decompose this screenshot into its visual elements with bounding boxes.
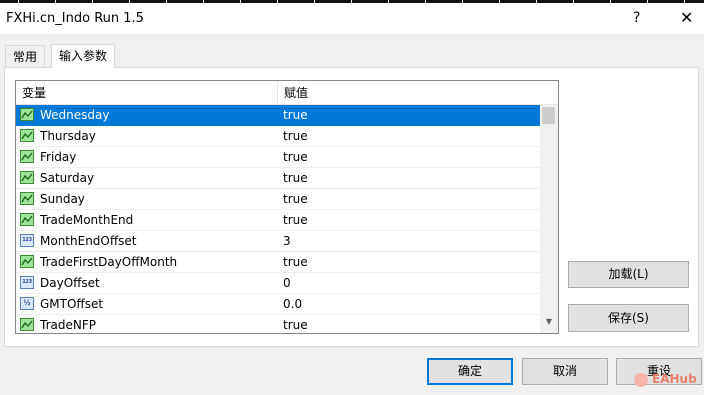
bool-param-icon	[20, 255, 34, 268]
close-button[interactable]: ✕	[680, 8, 693, 27]
param-value[interactable]: true	[283, 147, 308, 168]
param-name: Sunday	[40, 192, 85, 206]
param-row[interactable]: Saturday true	[16, 168, 540, 189]
param-row[interactable]: Sunday true	[16, 189, 540, 210]
int-param-icon: 123	[20, 276, 34, 289]
param-row[interactable]: ½ GMTOffset 0.0	[16, 294, 540, 315]
param-value[interactable]: true	[283, 105, 308, 126]
param-name: TradeMonthEnd	[40, 213, 134, 227]
tab-common[interactable]: 常用	[5, 45, 45, 67]
cancel-button[interactable]: 取消	[522, 358, 608, 385]
eahub-watermark: EAHub	[634, 371, 700, 389]
bool-param-icon	[20, 108, 34, 121]
grid-header: 变量 赋值	[16, 81, 558, 105]
param-value[interactable]: true	[283, 315, 308, 333]
param-name: Wednesday	[40, 108, 110, 122]
bool-param-icon	[20, 213, 34, 226]
param-row[interactable]: TradeFirstDayOffMonth true	[16, 252, 540, 273]
param-name: MonthEndOffset	[40, 234, 137, 248]
column-header-value[interactable]: 赋值	[278, 81, 540, 104]
scroll-down-icon[interactable]: ▼	[540, 314, 558, 330]
param-value[interactable]: 3	[283, 231, 291, 252]
window-title: FXHi.cn_Indo Run 1.5	[6, 11, 144, 26]
param-name: Thursday	[40, 129, 96, 143]
param-row[interactable]: 123 MonthEndOffset 3	[16, 231, 540, 252]
param-value[interactable]: 0.0	[283, 294, 302, 315]
ok-button[interactable]: 确定	[427, 358, 513, 385]
param-row[interactable]: Thursday true	[16, 126, 540, 147]
param-row[interactable]: Friday true	[16, 147, 540, 168]
double-param-icon: ½	[20, 297, 34, 310]
scrollbar-thumb[interactable]	[542, 107, 555, 124]
param-value[interactable]: true	[283, 126, 308, 147]
column-header-variable[interactable]: 变量	[16, 81, 278, 104]
bool-param-icon	[20, 318, 34, 331]
scroll-up-icon[interactable]	[540, 89, 558, 105]
load-button[interactable]: 加载(L)	[568, 261, 689, 288]
bool-param-icon	[20, 129, 34, 142]
param-row[interactable]: 123 DayOffset 0	[16, 273, 540, 294]
bool-param-icon	[20, 150, 34, 163]
param-name: TradeNFP	[40, 318, 96, 332]
param-name: Friday	[40, 150, 77, 164]
param-row[interactable]: TradeNFP true	[16, 315, 540, 333]
save-button[interactable]: 保存(S)	[568, 304, 689, 332]
watermark-logo-icon	[634, 373, 648, 387]
tab-input-parameters[interactable]: 输入参数	[51, 44, 115, 68]
parameters-grid: 变量 赋值 Wednesday true Thursday true Friday tru…	[15, 80, 559, 334]
param-name: TradeFirstDayOffMonth	[40, 255, 178, 269]
param-value[interactable]: true	[283, 168, 308, 189]
vertical-scrollbar[interactable]: ▼	[540, 105, 558, 333]
bool-param-icon	[20, 192, 34, 205]
param-value[interactable]: 0	[283, 273, 291, 294]
watermark-text: EAHub	[652, 372, 697, 386]
int-param-icon: 123	[20, 234, 34, 247]
grid-rows: Wednesday true Thursday true Friday true Satur…	[16, 105, 540, 333]
param-value[interactable]: true	[283, 210, 308, 231]
param-name: GMTOffset	[40, 297, 104, 311]
param-name: DayOffset	[40, 276, 100, 290]
param-row[interactable]: TradeMonthEnd true	[16, 210, 540, 231]
param-name: Saturday	[40, 171, 95, 185]
bool-param-icon	[20, 171, 34, 184]
help-button[interactable]: ?	[633, 10, 640, 26]
param-row[interactable]: Wednesday true	[16, 105, 540, 126]
title-bar: FXHi.cn_Indo Run 1.5 ? ✕	[0, 3, 704, 34]
param-value[interactable]: true	[283, 252, 308, 273]
param-value[interactable]: true	[283, 189, 308, 210]
